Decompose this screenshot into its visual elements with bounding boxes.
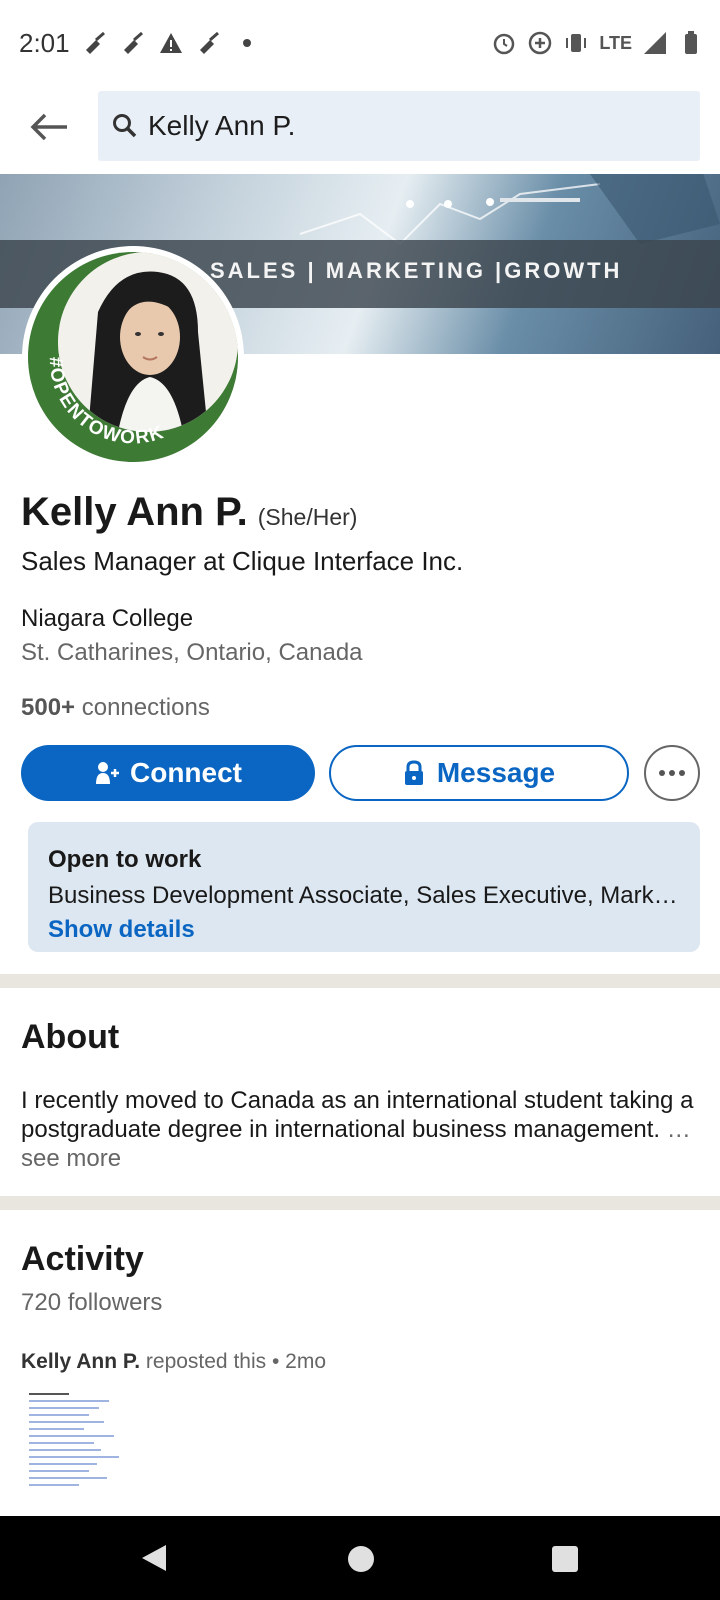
search-header: Kelly Ann P. bbox=[0, 88, 720, 174]
back-button[interactable] bbox=[26, 104, 72, 150]
about-body: I recently moved to Canada as an interna… bbox=[21, 1087, 694, 1143]
about-text[interactable]: I recently moved to Canada as an interna… bbox=[21, 1086, 711, 1173]
arrow-left-icon bbox=[30, 113, 67, 141]
profile-photo[interactable]: #OPENTOWORK bbox=[22, 246, 244, 468]
name-row: Kelly Ann P. (She/Her) bbox=[21, 490, 357, 535]
more-horizontal-icon bbox=[659, 770, 685, 776]
more-actions-button[interactable] bbox=[644, 745, 700, 801]
post-author: Kelly Ann P. bbox=[21, 1350, 141, 1373]
pronouns: (She/Her) bbox=[257, 504, 358, 530]
activity-heading: Activity bbox=[21, 1240, 144, 1278]
broom-icon bbox=[86, 31, 105, 54]
status-time: 2:01 bbox=[19, 28, 70, 58]
banner-text: SALES | MARKETING |GROWTH bbox=[210, 258, 623, 283]
profile-headline: Sales Manager at Clique Interface Inc. bbox=[21, 546, 464, 576]
vibrate-icon bbox=[566, 34, 587, 52]
search-input[interactable]: Kelly Ann P. bbox=[98, 91, 700, 161]
network-type: LTE bbox=[599, 32, 632, 53]
broom-icon bbox=[200, 31, 219, 54]
post-thumbnail[interactable] bbox=[21, 1388, 141, 1503]
nav-back-icon[interactable] bbox=[140, 1543, 168, 1573]
activity-post-header[interactable]: Kelly Ann P. reposted this • 2mo bbox=[21, 1350, 326, 1374]
avatar: #OPENTOWORK bbox=[28, 252, 238, 462]
system-navigation-bar bbox=[0, 1516, 720, 1600]
nav-recents-icon[interactable] bbox=[552, 1546, 578, 1572]
post-action: reposted this • 2mo bbox=[145, 1350, 327, 1373]
message-button[interactable]: Message bbox=[329, 745, 629, 801]
profile-location: St. Catharines, Ontario, Canada bbox=[21, 639, 363, 666]
alarm-icon bbox=[494, 33, 515, 55]
connections-label: connections bbox=[81, 694, 210, 721]
broom-icon bbox=[124, 31, 143, 54]
svg-text:#OPENTOWORK: #OPENTOWORK bbox=[45, 356, 168, 448]
add-person-icon bbox=[96, 762, 119, 784]
connections-count[interactable]: 500+ connections bbox=[21, 694, 210, 722]
section-divider bbox=[0, 1196, 720, 1210]
open-to-work-card[interactable]: Open to work Business Development Associ… bbox=[28, 822, 700, 952]
show-details-link[interactable]: Show details bbox=[48, 916, 680, 944]
dot-icon bbox=[243, 39, 251, 47]
status-bar: 2:01 LTE bbox=[0, 0, 720, 88]
data-saver-icon bbox=[529, 31, 552, 55]
profile-education: Niagara College bbox=[21, 605, 194, 632]
open-to-work-title: Open to work bbox=[48, 846, 202, 873]
nav-home-icon[interactable] bbox=[348, 1546, 374, 1572]
system-icons: LTE bbox=[491, 30, 704, 56]
followers-count: 720 followers bbox=[21, 1289, 163, 1316]
connect-button[interactable]: Connect bbox=[21, 745, 315, 801]
battery-icon bbox=[685, 31, 697, 54]
connect-label: Connect bbox=[130, 757, 242, 788]
message-label: Message bbox=[436, 757, 556, 788]
search-icon bbox=[113, 114, 137, 138]
signal-icon bbox=[644, 32, 666, 54]
open-to-work-roles: Business Development Associate, Sales Ex… bbox=[48, 882, 684, 909]
open-to-work-badge: #OPENTOWORK bbox=[45, 356, 168, 448]
warning-icon bbox=[160, 33, 182, 53]
lock-icon bbox=[404, 760, 423, 785]
profile-name: Kelly Ann P. bbox=[21, 490, 248, 534]
search-query: Kelly Ann P. bbox=[148, 110, 296, 141]
notification-icons bbox=[82, 30, 260, 56]
about-heading: About bbox=[21, 1018, 120, 1056]
connections-number: 500+ bbox=[21, 694, 76, 721]
section-divider bbox=[0, 974, 720, 988]
